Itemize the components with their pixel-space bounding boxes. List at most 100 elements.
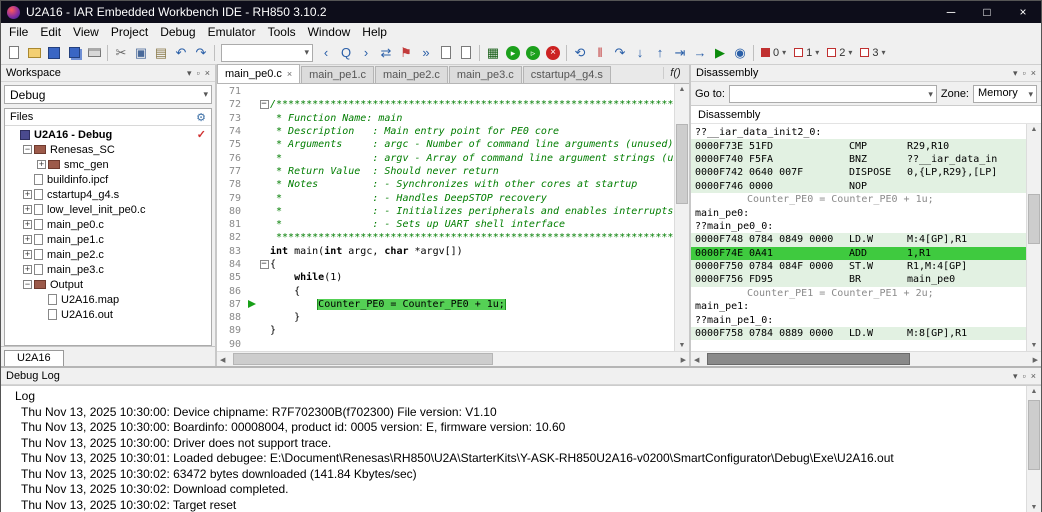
fold-collapse-icon[interactable]: − (260, 260, 269, 269)
disassembly-vertical-scrollbar[interactable]: ▲ ▼ (1026, 124, 1041, 351)
files-column-header[interactable]: Files ⚙ (5, 109, 211, 126)
panel-close-icon[interactable]: × (1031, 68, 1036, 79)
tree-item-cstartup4-g4-s[interactable]: +cstartup4_g4.s (5, 187, 211, 202)
disasm-instruction[interactable]: 0000F7480784 0849 0000LD.WM:4[GP],R1 (691, 233, 1026, 246)
tab-main-pe3-c[interactable]: main_pe3.c (449, 66, 522, 83)
scroll-left-icon[interactable]: ◀ (220, 356, 225, 364)
watch-2-button[interactable]: 2▾ (823, 43, 856, 63)
expand-icon[interactable]: + (23, 205, 32, 214)
editor-vscroll-thumb[interactable] (676, 124, 688, 204)
search-box-input[interactable] (221, 44, 313, 62)
close-tab-icon[interactable]: × (287, 69, 292, 79)
menu-project[interactable]: Project (105, 24, 154, 40)
menu-window[interactable]: Window (302, 24, 357, 40)
disasm-instruction[interactable]: 0000F7460000NOP (691, 180, 1026, 193)
disassembly-horizontal-scrollbar[interactable]: ◀ ▶ (691, 351, 1041, 366)
goto-input[interactable]: ▾ (729, 85, 937, 103)
current-statement-arrow-icon[interactable] (245, 300, 258, 308)
disasm-instruction[interactable]: 0000F7420640 007FDISPOSE0,{LP,R29},[LP] (691, 166, 1026, 179)
fold-margin[interactable]: − (258, 100, 270, 109)
gear-icon[interactable]: ⚙ (196, 111, 206, 124)
open-header-source-button[interactable] (436, 43, 456, 63)
disasm-instruction[interactable]: 0000F740F5FABNZ??__iar_data_in (691, 153, 1026, 166)
tree-item-u2a16-debug[interactable]: U2A16 - Debug✓ (5, 127, 211, 142)
tree-item-renesas-sc[interactable]: −Renesas_SC (5, 142, 211, 157)
stop-debugging-button[interactable]: × (543, 43, 563, 63)
disassembly-hscroll-thumb[interactable] (707, 353, 910, 365)
build-config-select[interactable]: Debug ▾ (4, 85, 212, 104)
scroll-down-icon[interactable]: ▼ (675, 342, 689, 349)
disasm-instruction[interactable]: 0000F756FD95BRmain_pe0 (691, 273, 1026, 286)
save-button[interactable] (44, 43, 64, 63)
tree-item-low-level-init-pe0-c[interactable]: +low_level_init_pe0.c (5, 202, 211, 217)
expand-icon[interactable]: + (23, 265, 32, 274)
new-file-button[interactable] (4, 43, 24, 63)
tab-main-pe0-c[interactable]: main_pe0.c× (217, 64, 300, 83)
redo-button[interactable]: ↷ (191, 43, 211, 63)
debug-without-downloading-button[interactable]: ▹ (523, 43, 543, 63)
tree-item-smc-gen[interactable]: +smc_gen (5, 157, 211, 172)
watch-1-button[interactable]: 1▾ (790, 43, 823, 63)
menu-file[interactable]: File (3, 24, 34, 40)
break-button[interactable]: ‖ (590, 43, 610, 63)
maximize-button[interactable]: □ (969, 1, 1005, 23)
disasm-instruction[interactable]: 0000F7500784 084F 0000ST.WR1,M:4[GP] (691, 260, 1026, 273)
watch-3-button[interactable]: 3▾ (856, 43, 889, 63)
fold-collapse-icon[interactable]: − (260, 100, 269, 109)
panel-pin-icon[interactable]: ▫ (1023, 371, 1026, 382)
tab-main-pe2-c[interactable]: main_pe2.c (375, 66, 448, 83)
tree-item-main-pe3-c[interactable]: +main_pe3.c (5, 262, 211, 277)
next-statement-button[interactable]: ⇥ (670, 43, 690, 63)
code-editor[interactable]: 7172−/**********************************… (217, 84, 674, 351)
go-button[interactable]: ▶ (710, 43, 730, 63)
run-to-cursor-button[interactable]: → (690, 43, 710, 63)
disasm-instruction[interactable]: 0000F7580784 0889 0000LD.WM:8[GP],R1 (691, 327, 1026, 340)
scroll-right-icon[interactable]: ▶ (681, 356, 686, 364)
workspace-tab-u2a16[interactable]: U2A16 (4, 350, 64, 366)
collapse-icon[interactable]: − (23, 280, 32, 289)
log-vscroll-thumb[interactable] (1028, 400, 1040, 470)
save-all-button[interactable] (64, 43, 84, 63)
find-next-button[interactable]: › (356, 43, 376, 63)
stop-button[interactable]: ◉ (730, 43, 750, 63)
find-previous-button[interactable]: ‹ (316, 43, 336, 63)
panel-pin-icon[interactable]: ▫ (1023, 68, 1026, 79)
function-list-button[interactable]: f() (663, 67, 687, 79)
scroll-up-icon[interactable]: ▲ (1027, 388, 1041, 395)
scroll-left-icon[interactable]: ◀ (694, 356, 699, 364)
collapse-icon[interactable]: − (23, 145, 32, 154)
editor-horizontal-scrollbar[interactable]: ◀ ▶ (217, 351, 689, 366)
copy-button[interactable]: ▣ (131, 43, 151, 63)
paste-button[interactable]: ▤ (151, 43, 171, 63)
panel-menu-icon[interactable]: ▾ (187, 68, 192, 79)
make-button[interactable]: ▦ (483, 43, 503, 63)
menu-edit[interactable]: Edit (34, 24, 67, 40)
scroll-down-icon[interactable]: ▼ (1027, 342, 1041, 349)
panel-menu-icon[interactable]: ▾ (1013, 68, 1018, 79)
step-out-button[interactable]: ↑ (650, 43, 670, 63)
reset-button[interactable]: ⟲ (570, 43, 590, 63)
editor-hscroll-thumb[interactable] (233, 353, 493, 365)
menu-view[interactable]: View (67, 24, 105, 40)
toggle-bookmark-button[interactable]: ⚑ (396, 43, 416, 63)
tree-item-main-pe0-c[interactable]: +main_pe0.c (5, 217, 211, 232)
scroll-down-icon[interactable]: ▼ (1027, 504, 1041, 511)
editor-vertical-scrollbar[interactable]: ▲ ▼ (674, 84, 689, 351)
scroll-up-icon[interactable]: ▲ (675, 86, 689, 93)
step-into-button[interactable]: ↓ (630, 43, 650, 63)
fold-margin[interactable]: − (258, 260, 270, 269)
cut-button[interactable]: ✂ (111, 43, 131, 63)
download-and-debug-button[interactable]: ▸ (503, 43, 523, 63)
panel-pin-icon[interactable]: ▫ (197, 68, 200, 79)
tab-cstartup4-g4-s[interactable]: cstartup4_g4.s (523, 66, 611, 83)
step-over-button[interactable]: ↷ (610, 43, 630, 63)
scroll-up-icon[interactable]: ▲ (1027, 126, 1041, 133)
goto-definition-button[interactable] (456, 43, 476, 63)
tree-item-u2a16-map[interactable]: U2A16.map (5, 292, 211, 307)
next-bookmark-button[interactable]: » (416, 43, 436, 63)
expand-icon[interactable]: + (23, 190, 32, 199)
print-button[interactable] (84, 43, 104, 63)
find-button[interactable]: Q (336, 43, 356, 63)
menu-emulator[interactable]: Emulator (202, 24, 262, 40)
menu-help[interactable]: Help (356, 24, 393, 40)
